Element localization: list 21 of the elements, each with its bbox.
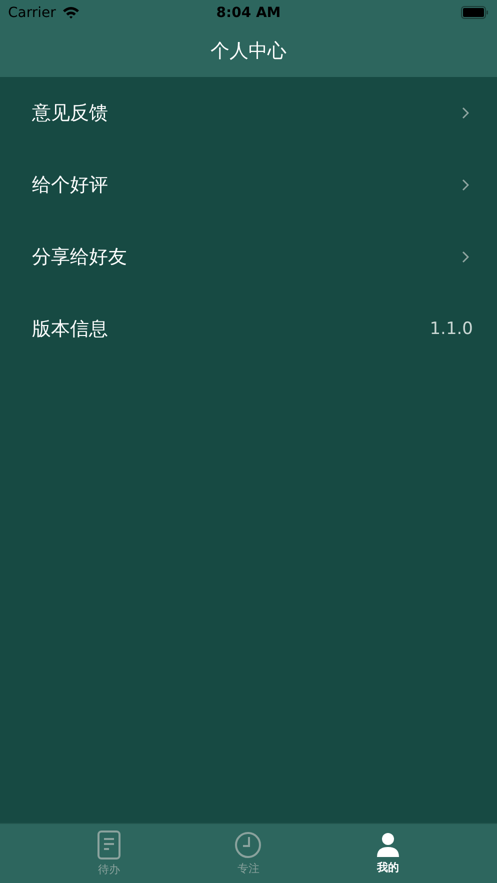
row-value: 1.1.0 xyxy=(430,319,473,339)
settings-row[interactable]: 意见反馈 xyxy=(0,77,497,149)
clock-icon xyxy=(234,831,262,859)
settings-row[interactable]: 给个好评 xyxy=(0,149,497,221)
nav-title: 个人中心 xyxy=(210,39,286,64)
row-label: 分享给好友 xyxy=(32,245,127,270)
row-label: 意见反馈 xyxy=(32,101,108,126)
carrier-name: Carrier xyxy=(8,4,56,20)
wifi-icon xyxy=(62,6,80,19)
tab-item[interactable]: 我的 xyxy=(366,824,410,883)
battery-icon xyxy=(461,6,489,19)
settings-row[interactable]: 分享给好友 xyxy=(0,221,497,293)
status-time: 8:04 AM xyxy=(216,4,281,20)
person-icon xyxy=(376,832,400,858)
chevron-icon xyxy=(462,107,469,119)
settings-row[interactable]: 版本信息 1.1.0 xyxy=(0,293,497,365)
document-icon xyxy=(96,830,121,860)
row-label: 给个好评 xyxy=(32,173,108,198)
row-label: 版本信息 xyxy=(32,317,108,342)
chevron-icon xyxy=(462,251,469,263)
chevron-icon xyxy=(462,179,469,191)
